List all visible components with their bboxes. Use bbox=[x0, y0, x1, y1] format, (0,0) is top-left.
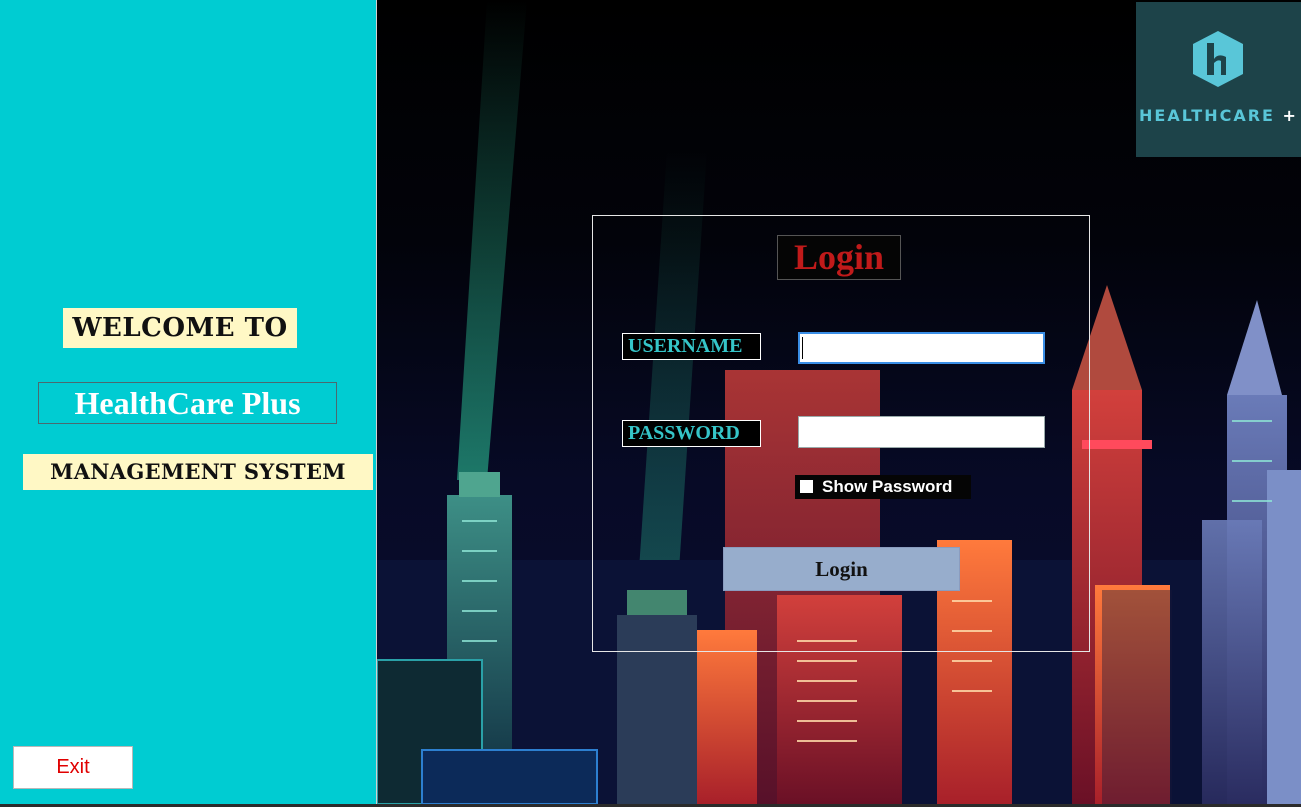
show-password-option[interactable]: Show Password bbox=[795, 475, 971, 499]
username-label: USERNAME bbox=[622, 333, 761, 360]
left-sidebar: WELCOME TO HealthCare Plus MANAGEMENT SY… bbox=[0, 0, 377, 804]
welcome-label: WELCOME TO bbox=[63, 308, 297, 348]
show-password-label[interactable]: Show Password bbox=[822, 477, 952, 497]
text-caret bbox=[802, 337, 803, 359]
management-system-label: MANAGEMENT SYSTEM bbox=[23, 454, 373, 490]
healthcare-logo: HEALTHCARE + bbox=[1136, 2, 1301, 157]
exit-button[interactable]: Exit bbox=[13, 746, 133, 789]
password-input[interactable] bbox=[798, 416, 1045, 448]
logo-text: HEALTHCARE bbox=[1139, 106, 1275, 125]
logo-plus: + bbox=[1282, 106, 1298, 125]
app-name-label: HealthCare Plus bbox=[38, 382, 337, 424]
login-button[interactable]: Login bbox=[723, 547, 960, 591]
healthcare-logo-icon bbox=[1193, 31, 1243, 87]
show-password-checkbox[interactable] bbox=[800, 480, 813, 493]
login-title: Login bbox=[777, 235, 901, 280]
username-input[interactable] bbox=[798, 332, 1045, 364]
password-label: PASSWORD bbox=[622, 420, 761, 447]
